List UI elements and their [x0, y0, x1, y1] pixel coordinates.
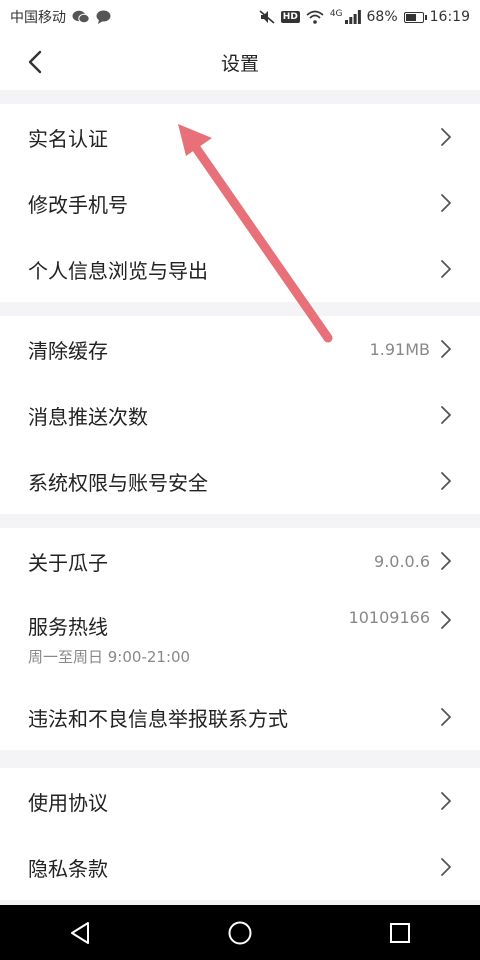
- settings-group-account: 实名认证 修改手机号 个人信息浏览与导出: [0, 104, 480, 302]
- setting-label: 系统权限与账号安全: [28, 470, 208, 495]
- system-nav-bar: [0, 905, 480, 960]
- setting-label: 修改手机号: [28, 192, 128, 217]
- chevron-right-icon: [440, 405, 452, 425]
- back-triangle-icon: [71, 921, 89, 944]
- setting-personal-info-export[interactable]: 个人信息浏览与导出: [0, 236, 480, 302]
- wechat-icon: [72, 10, 90, 24]
- back-button[interactable]: [18, 46, 52, 78]
- setting-label: 个人信息浏览与导出: [28, 258, 208, 283]
- setting-real-name-auth[interactable]: 实名认证: [0, 104, 480, 170]
- setting-label: 消息推送次数: [28, 404, 148, 429]
- cache-size: 1.91MB: [369, 339, 430, 359]
- setting-report-contact[interactable]: 违法和不良信息举报联系方式: [0, 684, 480, 750]
- network-type: 4G: [329, 9, 343, 19]
- setting-label: 清除缓存: [28, 338, 108, 363]
- setting-label: 使用协议: [28, 790, 108, 815]
- setting-label: 实名认证: [28, 126, 108, 151]
- settings-group-app: 清除缓存 1.91MB 消息推送次数 系统权限与账号安全: [0, 316, 480, 514]
- battery-percent: 68%: [366, 9, 398, 25]
- hotline-number: 10109166: [348, 608, 430, 627]
- chevron-right-icon: [440, 339, 452, 359]
- settings-group-about: 关于瓜子 9.0.0.6 服务热线 周一至周日 9:00-21:00 10109…: [0, 528, 480, 750]
- setting-permissions-security[interactable]: 系统权限与账号安全: [0, 448, 480, 514]
- setting-label: 服务热线: [28, 615, 108, 639]
- wifi-icon: [306, 10, 324, 24]
- chevron-right-icon: [440, 259, 452, 279]
- app-version: 9.0.0.6: [374, 551, 430, 571]
- nav-home-button[interactable]: [210, 905, 270, 960]
- chevron-right-icon: [440, 857, 452, 877]
- setting-label: 隐私条款: [28, 856, 108, 881]
- setting-about[interactable]: 关于瓜子 9.0.0.6: [0, 528, 480, 594]
- status-right: HD 4G 68% 16:19: [259, 9, 470, 25]
- header: 设置: [0, 34, 480, 90]
- setting-privacy-policy[interactable]: 隐私条款: [0, 834, 480, 900]
- hd-icon: HD: [280, 11, 300, 23]
- recents-square-icon: [390, 922, 410, 943]
- status-bar: 中国移动 HD 4G 68% 16:19: [0, 0, 480, 34]
- setting-user-agreement[interactable]: 使用协议: [0, 768, 480, 834]
- chevron-right-icon: [440, 127, 452, 147]
- hotline-text: 服务热线 周一至周日 9:00-21:00: [28, 611, 349, 667]
- chevron-right-icon: [440, 193, 452, 213]
- setting-change-phone[interactable]: 修改手机号: [0, 170, 480, 236]
- nav-recents-button[interactable]: [370, 905, 430, 960]
- settings-group-legal: 使用协议 隐私条款: [0, 768, 480, 900]
- chevron-right-icon: [440, 471, 452, 491]
- setting-service-hotline[interactable]: 服务热线 周一至周日 9:00-21:00 10109166: [0, 594, 480, 684]
- carrier-name: 中国移动: [10, 10, 66, 26]
- setting-label: 关于瓜子: [28, 550, 108, 575]
- page-title: 设置: [220, 52, 259, 75]
- chevron-right-icon: [440, 791, 452, 811]
- setting-clear-cache[interactable]: 清除缓存 1.91MB: [0, 316, 480, 382]
- chevron-right-icon: [440, 707, 452, 727]
- home-circle-icon: [228, 921, 252, 944]
- signal-icon: [344, 10, 361, 24]
- mute-icon: [259, 10, 275, 24]
- chevron-left-icon: [28, 50, 42, 74]
- hotline-hours: 周一至周日 9:00-21:00: [28, 648, 191, 666]
- status-left: 中国移动: [10, 7, 111, 27]
- clock: 16:19: [429, 9, 470, 25]
- setting-push-frequency[interactable]: 消息推送次数: [0, 382, 480, 448]
- battery-icon: [403, 11, 427, 23]
- setting-label: 违法和不良信息举报联系方式: [28, 706, 288, 731]
- chat-bubble-icon: [96, 10, 111, 24]
- nav-back-button[interactable]: [50, 905, 110, 960]
- chevron-right-icon: [440, 610, 452, 630]
- chevron-right-icon: [440, 551, 452, 571]
